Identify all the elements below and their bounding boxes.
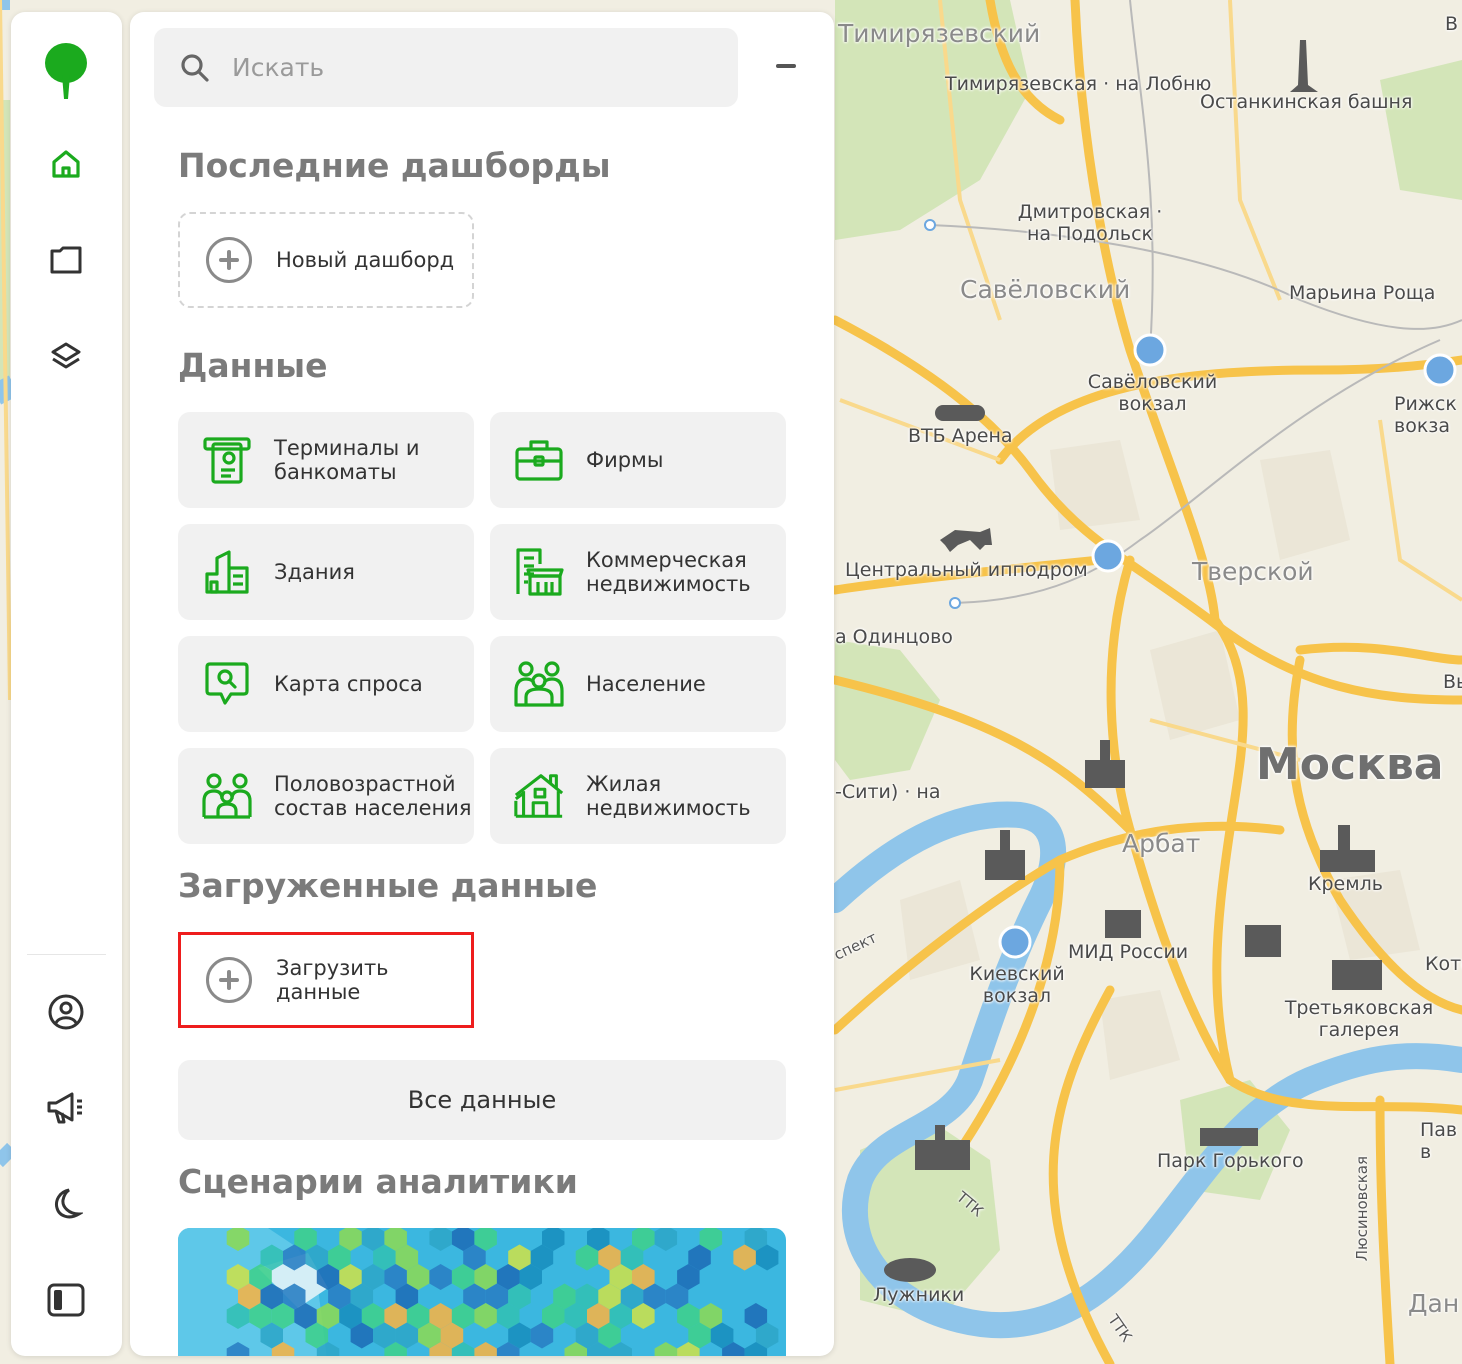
data-card-demand-map[interactable]: Карта спроса <box>178 636 474 732</box>
collapse-panel-button[interactable] <box>776 64 796 68</box>
road-label: Люсиновская <box>1353 1156 1371 1262</box>
poi-label: Третьяковская галерея <box>1284 997 1434 1041</box>
search-input[interactable] <box>232 53 692 82</box>
sidebar-toggle-icon[interactable] <box>36 1270 96 1330</box>
briefcase-icon <box>512 433 566 487</box>
data-card-label: Население <box>586 671 706 696</box>
data-card-label: Терминалы и банкоматы <box>274 435 420 484</box>
station-label: -Сити) · на <box>835 781 941 803</box>
station-label: а Одинцово <box>835 626 953 648</box>
navigation-rail <box>11 12 122 1356</box>
moon-icon[interactable] <box>36 1174 96 1234</box>
data-section-title: Данные <box>178 346 328 385</box>
upload-data-label: Загрузить данные <box>276 955 389 1004</box>
upload-data-button[interactable]: Загрузить данные <box>178 932 474 1028</box>
search-bubble-icon <box>200 657 254 711</box>
station-label: Киевский вокзал <box>969 963 1065 1007</box>
home-icon[interactable] <box>36 134 96 194</box>
station-label: Тимирязевская · на Лобню <box>945 73 1212 95</box>
data-card-label: Половозрастной состав населения <box>274 771 472 820</box>
poi-label: Парк Горького <box>1157 1150 1304 1172</box>
city-label: Москва <box>1256 739 1444 790</box>
data-card-label: Жилая недвижимость <box>586 771 751 820</box>
scenario-thumbnail[interactable] <box>178 1228 786 1356</box>
station-label: Дмитровская · на Подольск <box>1017 201 1163 245</box>
district-label: Арбат <box>1122 829 1201 858</box>
people-icon <box>512 657 566 711</box>
building-icon <box>200 545 254 599</box>
folder-icon[interactable] <box>36 230 96 290</box>
edge-label: В <box>1445 13 1459 35</box>
poi-label: Останкинская башня <box>1200 91 1413 113</box>
data-card-population[interactable]: Население <box>490 636 786 732</box>
side-panel: Последние дашборды Новый дашборд Данные … <box>130 12 834 1356</box>
atm-icon <box>200 433 254 487</box>
edge-label: Кото <box>1425 953 1462 975</box>
search-bar[interactable] <box>154 28 738 107</box>
district-label: Тверской <box>1192 557 1314 586</box>
family-icon <box>200 769 254 823</box>
data-card-label: Карта спроса <box>274 671 423 696</box>
layers-icon[interactable] <box>36 326 96 386</box>
poi-label: Центральный ипподром <box>845 559 1088 581</box>
uploaded-data-title: Загруженные данные <box>178 866 598 905</box>
station-label: Рижск вокза <box>1394 393 1457 437</box>
user-circle-icon[interactable] <box>36 982 96 1042</box>
data-card-age-structure[interactable]: Половозрастной состав населения <box>178 748 474 844</box>
poi-label: Лужники <box>873 1284 965 1306</box>
data-card-buildings[interactable]: Здания <box>178 524 474 620</box>
edge-label: Вы <box>1443 671 1462 693</box>
commercial-building-icon <box>512 545 566 599</box>
poi-label: МИД России <box>1068 941 1189 963</box>
data-card-firms[interactable]: Фирмы <box>490 412 786 508</box>
plus-circle-icon <box>206 237 252 283</box>
edge-label: Пав в <box>1420 1119 1458 1163</box>
data-card-atms[interactable]: Терминалы и банкоматы <box>178 412 474 508</box>
house-icon <box>512 769 566 823</box>
data-card-label: Фирмы <box>586 447 664 472</box>
district-label: Тимирязевский <box>838 19 1041 48</box>
district-label: Савёловский <box>960 275 1131 304</box>
search-icon <box>178 51 212 85</box>
plus-circle-icon <box>206 957 252 1003</box>
recent-dashboards-title: Последние дашборды <box>178 146 611 185</box>
station-label: Савёловский вокзал <box>1087 371 1218 415</box>
station-label: Марьина Роща <box>1289 282 1436 304</box>
rail-divider <box>27 954 106 955</box>
analytics-scenarios-title: Сценарии аналитики <box>178 1162 578 1201</box>
poi-label: ВТБ Арена <box>908 425 1013 447</box>
edge-label: Дан <box>1408 1289 1460 1318</box>
new-dashboard-label: Новый дашборд <box>276 247 455 272</box>
all-data-button[interactable]: Все данные <box>178 1060 786 1140</box>
data-card-commercial[interactable]: Коммерческая недвижимость <box>490 524 786 620</box>
data-card-label: Здания <box>274 559 355 584</box>
data-card-residential[interactable]: Жилая недвижимость <box>490 748 786 844</box>
megaphone-icon[interactable] <box>36 1078 96 1138</box>
data-card-label: Коммерческая недвижимость <box>586 547 751 596</box>
new-dashboard-button[interactable]: Новый дашборд <box>178 212 474 308</box>
poi-label: Кремль <box>1308 873 1383 895</box>
tree-logo-icon[interactable] <box>36 42 96 102</box>
